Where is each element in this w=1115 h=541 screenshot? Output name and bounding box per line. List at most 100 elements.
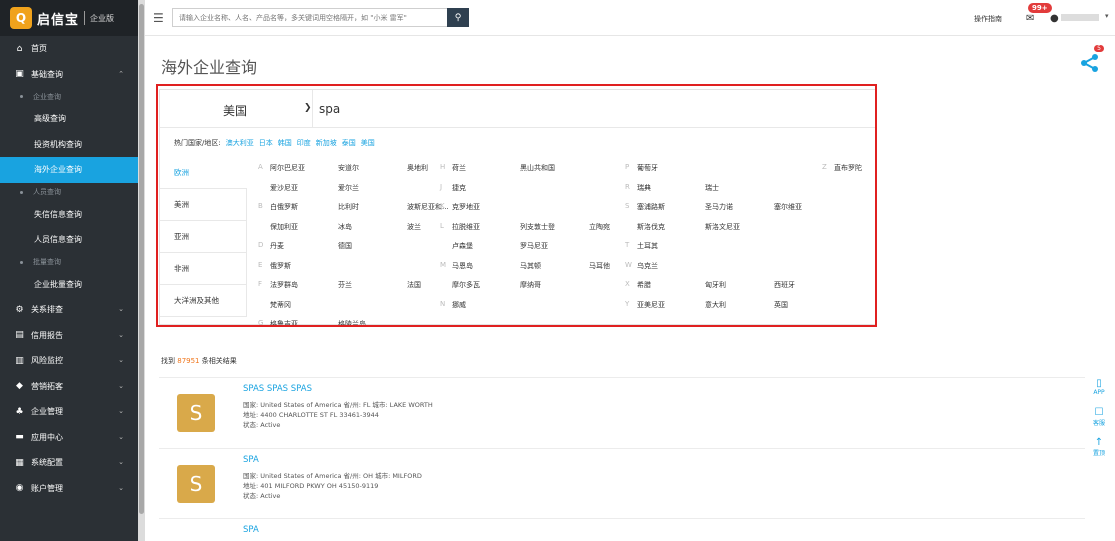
country-link[interactable]: 列支敦士登 xyxy=(520,222,555,232)
country-link[interactable]: 冰岛 xyxy=(338,222,352,232)
country-link[interactable]: 克罗地亚 xyxy=(452,202,480,212)
country-link[interactable]: 马恩岛 xyxy=(452,261,473,271)
search-input[interactable] xyxy=(173,9,443,26)
country-link[interactable]: 摩纳哥 xyxy=(520,280,541,290)
sidebar-item-3[interactable]: 高级查询 xyxy=(0,106,138,132)
chevron-down-icon[interactable]: ⌄ xyxy=(118,484,124,492)
country-link[interactable]: 葡萄牙 xyxy=(637,163,658,173)
sidebar-item-1[interactable]: ▣ 基础查询 ⌃ xyxy=(0,62,138,88)
region-tab[interactable]: 非洲 xyxy=(160,253,247,285)
region-tab[interactable]: 欧洲 xyxy=(160,157,247,189)
country-link[interactable]: 匈牙利 xyxy=(705,280,726,290)
company-name-link[interactable]: SPA xyxy=(243,525,259,535)
hot-country-link[interactable]: 印度 xyxy=(297,138,311,148)
country-link[interactable]: 丹麦 xyxy=(270,241,284,251)
sidebar-item-10[interactable]: 企业批量查询 xyxy=(0,272,138,298)
country-link[interactable]: 塞浦路斯 xyxy=(637,202,665,212)
country-link[interactable]: 梵蒂冈 xyxy=(270,300,291,310)
country-link[interactable]: 德国 xyxy=(338,241,352,251)
sidebar-item-15[interactable]: ♣ 企业管理 ⌄ xyxy=(0,399,138,425)
country-link[interactable]: 土耳其 xyxy=(637,241,658,251)
country-link[interactable]: 乌克兰 xyxy=(637,261,658,271)
sidebar-item-13[interactable]: ▥ 风险监控 ⌄ xyxy=(0,348,138,374)
keyword-input[interactable]: spa xyxy=(319,102,340,116)
country-select[interactable]: 美国 xyxy=(223,102,247,119)
result-card[interactable]: S SPAS SPAS SPAS 国家: United States of Amer… xyxy=(159,377,1085,448)
chevron-down-icon[interactable]: ⌄ xyxy=(118,382,124,390)
hot-country-link[interactable]: 新加坡 xyxy=(316,138,337,148)
brand-logo[interactable]: Q 启信宝 企业版 xyxy=(0,0,138,36)
country-link[interactable]: 斯洛文尼亚 xyxy=(705,222,740,232)
chevron-down-icon[interactable]: ⌄ xyxy=(118,458,124,466)
region-tab[interactable]: 大洋洲及其他 xyxy=(160,285,247,317)
user-caret-icon[interactable]: ▾ xyxy=(1105,12,1109,20)
hot-country-link[interactable]: 美国 xyxy=(361,138,375,148)
country-link[interactable]: 英国 xyxy=(774,300,788,310)
country-link[interactable]: 爱尔兰 xyxy=(338,183,359,193)
country-link[interactable]: 立陶宛 xyxy=(589,222,610,232)
sidebar-item-16[interactable]: ▬ 应用中心 ⌄ xyxy=(0,425,138,451)
region-tab[interactable]: 美洲 xyxy=(160,189,247,221)
country-link[interactable]: 爱沙尼亚 xyxy=(270,183,298,193)
country-link[interactable]: 波兰 xyxy=(407,222,421,232)
right-tool-APP[interactable]: ▯ APP xyxy=(1090,372,1108,402)
sidebar-item-17[interactable]: ▦ 系统配置 ⌄ xyxy=(0,450,138,476)
country-link[interactable]: 保加利亚 xyxy=(270,222,298,232)
company-name-link[interactable]: SPAS SPAS SPAS xyxy=(243,384,312,394)
chevron-down-icon[interactable]: ⌄ xyxy=(118,433,124,441)
sidebar-item-8[interactable]: 人员信息查询 xyxy=(0,227,138,253)
sidebar-item-4[interactable]: 投资机构查询 xyxy=(0,132,138,158)
country-link[interactable]: 奥地利 xyxy=(407,163,428,173)
country-link[interactable]: 直布罗陀 xyxy=(834,163,862,173)
country-link[interactable]: 俄罗斯 xyxy=(270,261,291,271)
sidebar-item-11[interactable]: ⚙ 关系排查 ⌄ xyxy=(0,297,138,323)
scrollbar-thumb[interactable] xyxy=(139,4,144,514)
search-button[interactable]: ⚲ xyxy=(447,8,469,27)
sidebar-item-18[interactable]: ◉ 账户管理 ⌄ xyxy=(0,476,138,502)
country-link[interactable]: 卢森堡 xyxy=(452,241,473,251)
country-link[interactable]: 挪威 xyxy=(452,300,466,310)
right-tool-置顶[interactable]: ↑ 置顶 xyxy=(1090,432,1108,462)
hot-country-link[interactable]: 泰国 xyxy=(342,138,356,148)
country-link[interactable]: 塞尔维亚 xyxy=(774,202,802,212)
country-link[interactable]: 意大利 xyxy=(705,300,726,310)
country-link[interactable]: 黑山共和国 xyxy=(520,163,555,173)
country-link[interactable]: 法罗群岛 xyxy=(270,280,298,290)
country-link[interactable]: 格鲁吉亚 xyxy=(270,319,298,329)
share-button[interactable]: 5 xyxy=(1080,45,1104,72)
country-link[interactable]: 比利时 xyxy=(338,202,359,212)
sidebar-item-0[interactable]: ⌂ 首页 xyxy=(0,36,138,62)
sidebar-item-7[interactable]: 失信信息查询 xyxy=(0,202,138,228)
hot-country-link[interactable]: 日本 xyxy=(259,138,273,148)
country-link[interactable]: 希腊 xyxy=(637,280,651,290)
country-link[interactable]: 瑞士 xyxy=(705,183,719,193)
hot-country-link[interactable]: 澳大利亚 xyxy=(226,138,254,148)
country-link[interactable]: 瑞典 xyxy=(637,183,651,193)
result-card[interactable]: SPA xyxy=(159,518,1085,541)
country-link[interactable]: 安道尔 xyxy=(338,163,359,173)
chevron-up-icon[interactable]: ⌃ xyxy=(118,70,124,78)
chevron-down-icon[interactable]: ⌄ xyxy=(118,407,124,415)
country-link[interactable]: 法国 xyxy=(407,280,421,290)
hot-country-link[interactable]: 韩国 xyxy=(278,138,292,148)
country-link[interactable]: 马耳他 xyxy=(589,261,610,271)
sidebar-scrollbar[interactable] xyxy=(138,0,145,541)
user-name[interactable] xyxy=(1061,14,1099,21)
country-link[interactable]: 罗马尼亚 xyxy=(520,241,548,251)
chevron-down-icon[interactable]: ⌄ xyxy=(118,305,124,313)
country-link[interactable]: 捷克 xyxy=(452,183,466,193)
chevron-down-icon[interactable]: ⌄ xyxy=(118,331,124,339)
chevron-down-icon[interactable]: ❯ xyxy=(304,103,312,113)
country-link[interactable]: 马其顿 xyxy=(520,261,541,271)
menu-toggle-icon[interactable]: ☰ xyxy=(153,11,164,25)
country-link[interactable]: 亚美尼亚 xyxy=(637,300,665,310)
mail-icon[interactable]: ✉ xyxy=(1026,13,1034,24)
guide-link[interactable]: 操作指南 xyxy=(974,14,1002,24)
country-link[interactable]: 拉脱维亚 xyxy=(452,222,480,232)
country-link[interactable]: 格陵兰岛 xyxy=(338,319,366,329)
right-tool-客服[interactable]: ☐ 客服 xyxy=(1090,402,1108,432)
result-card[interactable]: S SPA 国家: United States of America 省/州: OH… xyxy=(159,448,1085,518)
country-link[interactable]: 荷兰 xyxy=(452,163,466,173)
country-link[interactable]: 芬兰 xyxy=(338,280,352,290)
user-avatar-icon[interactable]: ● xyxy=(1050,13,1059,24)
